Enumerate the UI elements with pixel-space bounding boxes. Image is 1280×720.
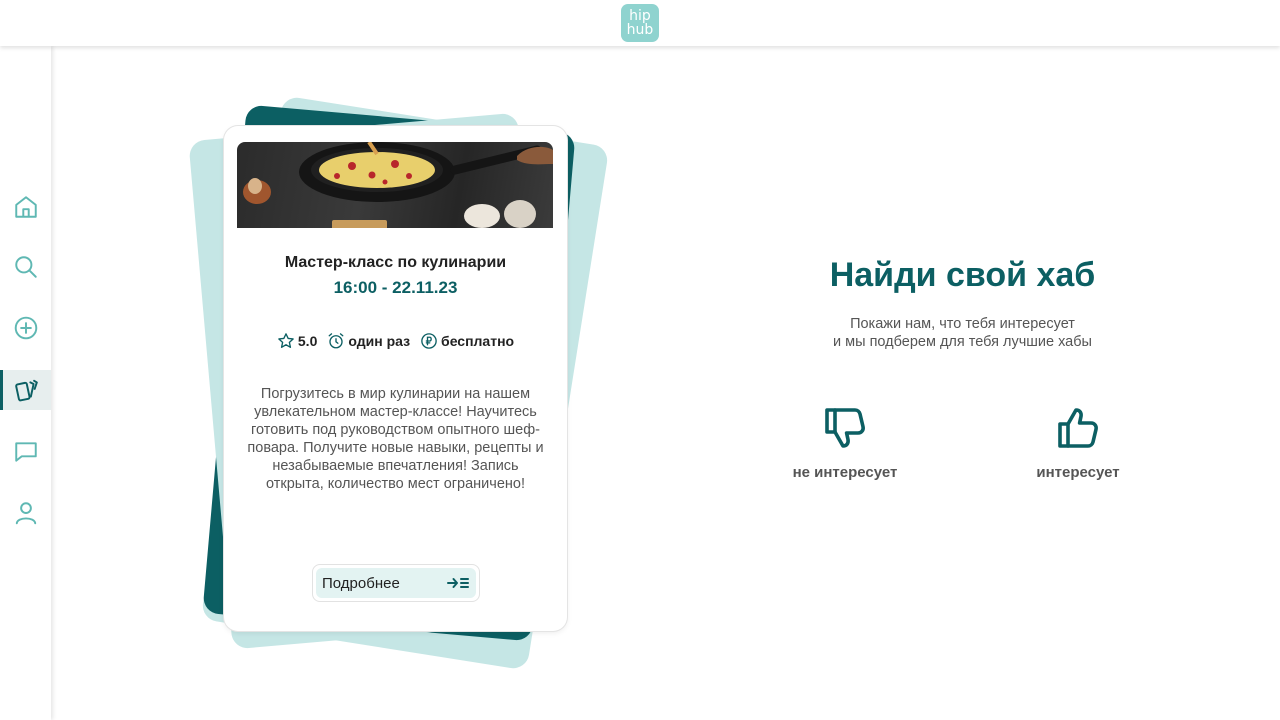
home-icon xyxy=(14,196,37,218)
hero-title: Найди свой хаб xyxy=(829,256,1096,294)
event-description: Погрузитесь в мир кулинарии на нашем увл… xyxy=(247,386,544,492)
sidebar-item-profile[interactable] xyxy=(0,493,51,533)
price: бесплатно xyxy=(420,332,514,350)
rating-value: 5.0 xyxy=(297,333,318,349)
ruble-icon xyxy=(421,333,437,349)
event-image xyxy=(237,142,553,228)
sidebar-item-search[interactable] xyxy=(0,247,51,287)
pasta-pan-illustration xyxy=(243,142,553,228)
logo-text-bottom: hub xyxy=(626,22,654,38)
search-icon xyxy=(14,256,37,278)
interested-label: интересует xyxy=(1036,464,1120,481)
hero-subtitle-line: Покажи нам, что тебя интересует xyxy=(850,316,1075,332)
event-meta: 5.0 один раз бесплатно xyxy=(224,332,567,350)
rating: 5.0 xyxy=(277,332,317,350)
frequency-value: один раз xyxy=(348,333,411,349)
hero-subtitle-line: и мы подберем для тебя лучшие хабы xyxy=(833,334,1092,350)
sidebar-item-chat[interactable] xyxy=(0,432,51,472)
hero-subtitle: Покажи нам, что тебя интересует и мы под… xyxy=(700,315,1225,351)
logo-text-top: hip xyxy=(629,8,651,24)
star-icon xyxy=(278,333,294,348)
frequency: один раз xyxy=(327,332,410,350)
price-value: бесплатно xyxy=(441,333,515,349)
details-button-label: Подробнее xyxy=(322,574,400,592)
add-circle-icon xyxy=(14,316,37,340)
thumbs-up-icon xyxy=(1058,408,1098,448)
arrow-list-icon xyxy=(447,578,469,588)
sidebar-item-cards[interactable] xyxy=(0,370,51,410)
not-interested-button[interactable]: не интересует xyxy=(775,404,915,481)
top-bar: hip hub xyxy=(0,0,1280,46)
sidebar xyxy=(0,46,51,720)
not-interested-label: не интересует xyxy=(792,464,898,481)
details-button-body[interactable]: Подробнее xyxy=(316,568,476,598)
hiphub-logo[interactable]: hip hub xyxy=(621,4,659,42)
details-button[interactable]: Подробнее xyxy=(312,564,480,602)
profile-icon xyxy=(15,502,36,525)
interested-button[interactable]: интересует xyxy=(1008,404,1148,481)
cards-icon xyxy=(14,379,38,402)
event-title: Мастер-класс по кулинарии xyxy=(284,254,507,271)
event-datetime: 16:00 - 22.11.23 xyxy=(333,278,458,297)
chat-icon xyxy=(14,442,37,462)
alarm-clock-icon xyxy=(328,333,344,349)
thumbs-down-icon xyxy=(825,408,865,448)
sidebar-item-home[interactable] xyxy=(0,187,51,227)
sidebar-item-create[interactable] xyxy=(0,308,51,348)
event-card[interactable]: Мастер-класс по кулинарии 16:00 - 22.11.… xyxy=(224,126,567,631)
